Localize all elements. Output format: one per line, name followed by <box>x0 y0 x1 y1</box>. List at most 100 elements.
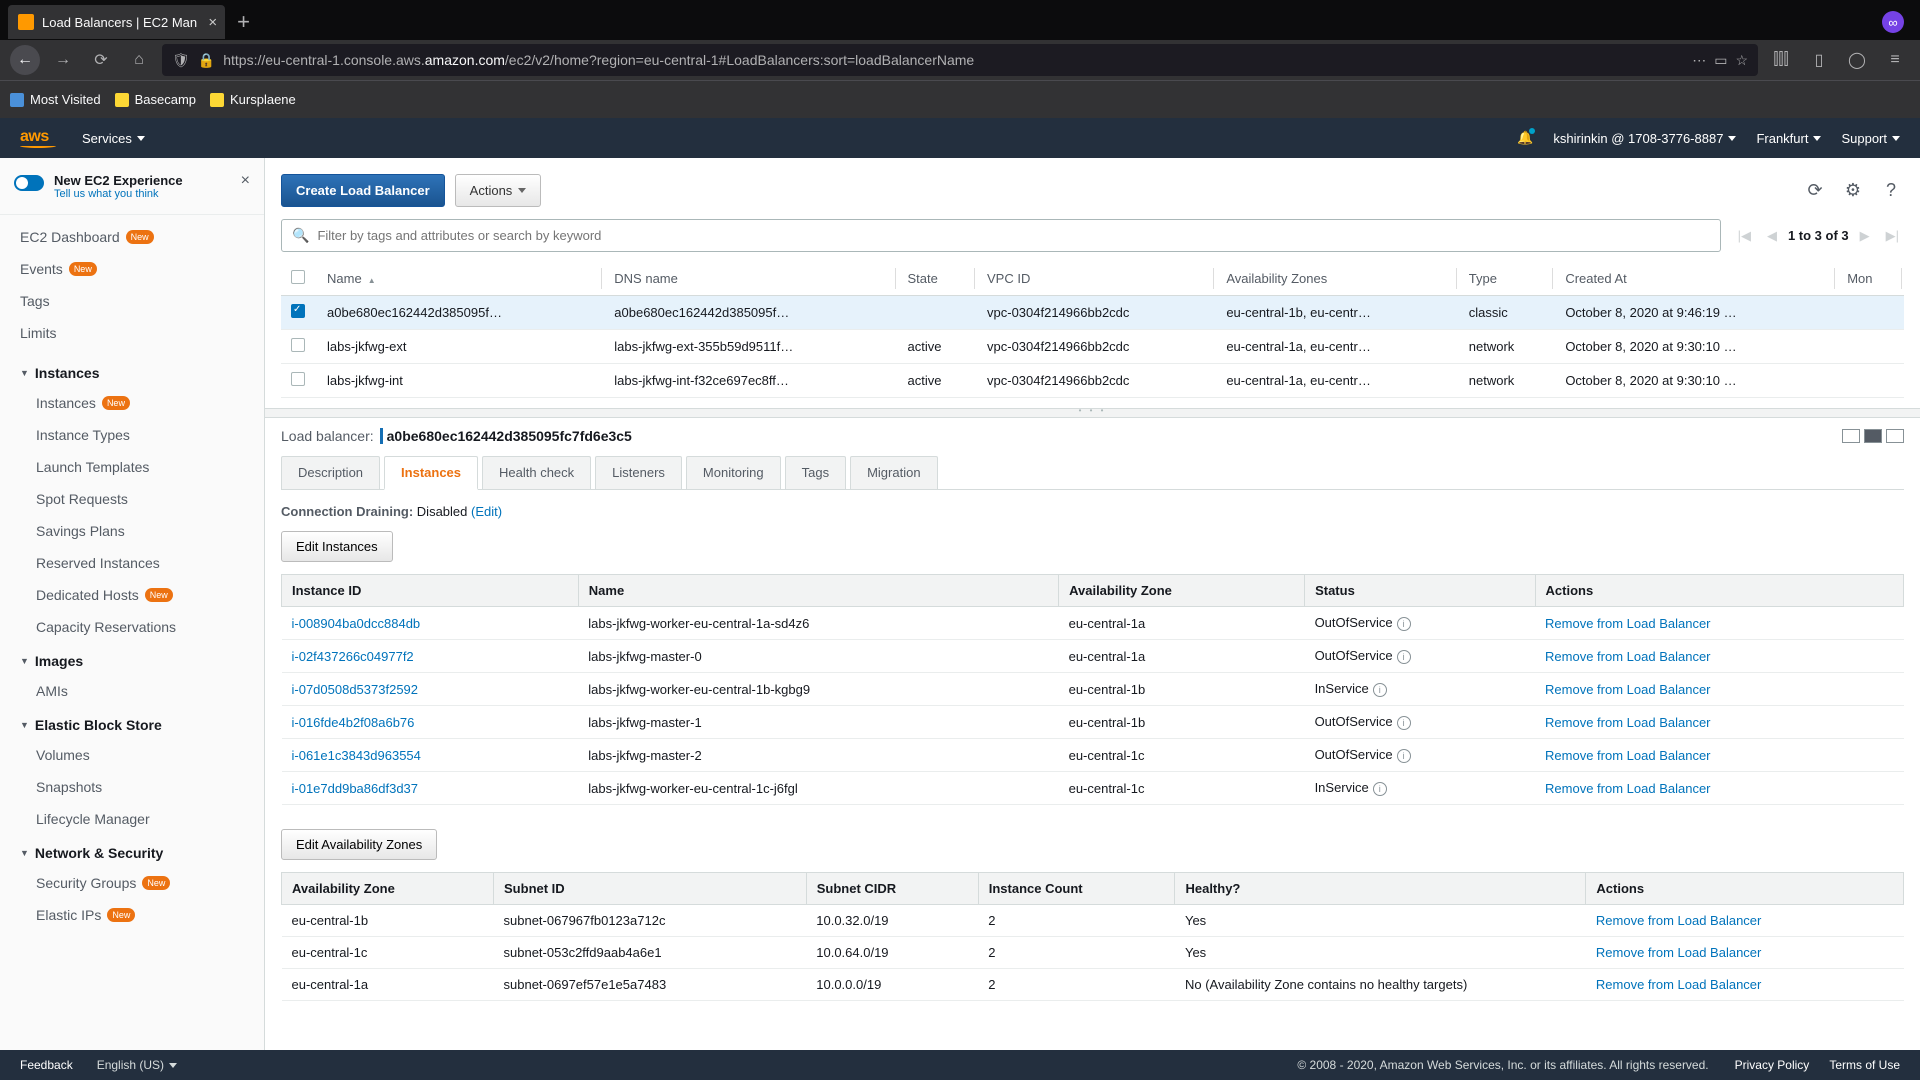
remove-instance-link[interactable]: Remove from Load Balancer <box>1545 616 1710 631</box>
select-all-checkbox[interactable] <box>291 270 305 284</box>
view-toggle-3[interactable] <box>1886 429 1904 443</box>
row-checkbox[interactable] <box>291 338 305 352</box>
refresh-icon[interactable]: ⟳ <box>1802 178 1828 204</box>
support-menu[interactable]: Support <box>1841 131 1900 146</box>
url-actions-icon[interactable]: ⋯ <box>1692 52 1706 69</box>
lb-column-header[interactable]: State <box>898 262 978 296</box>
info-icon[interactable]: i <box>1397 650 1411 664</box>
sidebar-group-instances[interactable]: Instances <box>0 355 264 387</box>
remove-instance-link[interactable]: Remove from Load Balancer <box>1545 781 1710 796</box>
actions-button[interactable]: Actions <box>455 174 542 207</box>
tab-migration[interactable]: Migration <box>850 456 937 489</box>
lb-filter-input[interactable] <box>317 228 1709 243</box>
row-checkbox[interactable] <box>291 372 305 386</box>
info-icon[interactable]: i <box>1397 749 1411 763</box>
info-icon[interactable]: i <box>1373 782 1387 796</box>
lb-column-header[interactable]: Name <box>317 262 604 296</box>
sidebar-item-ec2-dashboard[interactable]: EC2 DashboardNew <box>0 221 264 253</box>
tab-health check[interactable]: Health check <box>482 456 591 489</box>
sidebar-group-images[interactable]: Images <box>0 643 264 675</box>
bookmark-star-icon[interactable]: ☆ <box>1735 52 1748 69</box>
instance-id-link[interactable]: i-061e1c3843d963554 <box>292 748 421 763</box>
view-toggle-2[interactable] <box>1864 429 1882 443</box>
pager-prev-icon[interactable]: ◀ <box>1762 225 1782 247</box>
lb-column-header[interactable]: Mon <box>1837 262 1904 296</box>
url-bar[interactable]: 🛡 🔒 https://eu-central-1.console.aws.ama… <box>162 44 1758 76</box>
remove-az-link[interactable]: Remove from Load Balancer <box>1596 945 1761 960</box>
sidebar-item-spot-requests[interactable]: Spot Requests <box>0 483 264 515</box>
bookmark-kursplaene[interactable]: Kursplaene <box>210 92 296 107</box>
remove-instance-link[interactable]: Remove from Load Balancer <box>1545 649 1710 664</box>
instance-id-link[interactable]: i-008904ba0dcc884db <box>292 616 421 631</box>
sidebar-item-events[interactable]: EventsNew <box>0 253 264 285</box>
browser-tab[interactable]: Load Balancers | EC2 Man × <box>8 5 225 39</box>
tab-description[interactable]: Description <box>281 456 380 489</box>
tab-close-icon[interactable]: × <box>208 14 217 31</box>
sidebar-item-dedicated-hosts[interactable]: Dedicated HostsNew <box>0 579 264 611</box>
sidebar-item-instance-types[interactable]: Instance Types <box>0 419 264 451</box>
sidebar-icon[interactable]: ▯ <box>1804 45 1834 75</box>
reload-button[interactable]: ⟳ <box>86 45 116 75</box>
lb-column-header[interactable]: VPC ID <box>977 262 1216 296</box>
remove-az-link[interactable]: Remove from Load Balancer <box>1596 913 1761 928</box>
sidebar-item-volumes[interactable]: Volumes <box>0 739 264 771</box>
home-button[interactable]: ⌂ <box>124 45 154 75</box>
lb-column-header[interactable]: Created At <box>1555 262 1837 296</box>
forward-button[interactable]: → <box>48 45 78 75</box>
remove-az-link[interactable]: Remove from Load Balancer <box>1596 977 1761 992</box>
aws-logo[interactable]: aws <box>20 128 56 148</box>
sidebar-item-security-groups[interactable]: Security GroupsNew <box>0 867 264 899</box>
lb-column-header[interactable]: Availability Zones <box>1216 262 1458 296</box>
info-icon[interactable]: i <box>1373 683 1387 697</box>
sidebar-item-amis[interactable]: AMIs <box>0 675 264 707</box>
info-icon[interactable]: i <box>1397 617 1411 631</box>
banner-feedback-link[interactable]: Tell us what you think <box>54 188 183 200</box>
instance-id-link[interactable]: i-07d0508d5373f2592 <box>292 682 419 697</box>
pager-last-icon[interactable]: ▶| <box>1881 225 1904 247</box>
instance-id-link[interactable]: i-01e7dd9ba86df3d37 <box>292 781 419 796</box>
create-load-balancer-button[interactable]: Create Load Balancer <box>281 174 445 207</box>
settings-gear-icon[interactable]: ⚙ <box>1840 178 1866 204</box>
sidebar-item-reserved-instances[interactable]: Reserved Instances <box>0 547 264 579</box>
new-tab-button[interactable]: + <box>237 9 250 35</box>
remove-instance-link[interactable]: Remove from Load Balancer <box>1545 748 1710 763</box>
bookmark-basecamp[interactable]: Basecamp <box>115 92 196 107</box>
terms-of-use-link[interactable]: Terms of Use <box>1829 1058 1900 1072</box>
lb-row[interactable]: labs-jkfwg-int labs-jkfwg-int-f32ce697ec… <box>281 364 1904 398</box>
menu-icon[interactable]: ≡ <box>1880 45 1910 75</box>
new-experience-toggle[interactable] <box>14 175 44 191</box>
edit-connection-draining-link[interactable]: (Edit) <box>471 504 502 519</box>
sidebar-item-launch-templates[interactable]: Launch Templates <box>0 451 264 483</box>
lb-column-header[interactable]: Type <box>1459 262 1556 296</box>
instance-id-link[interactable]: i-02f437266c04977f2 <box>292 649 414 664</box>
tab-listeners[interactable]: Listeners <box>595 456 682 489</box>
notifications-bell[interactable]: 🔔 <box>1517 130 1533 146</box>
sidebar-item-elastic-ips[interactable]: Elastic IPsNew <box>0 899 264 931</box>
account-menu[interactable]: kshirinkin @ 1708-3776-8887 <box>1553 131 1736 146</box>
tab-instances[interactable]: Instances <box>384 456 478 490</box>
lb-row[interactable]: a0be680ec162442d385095f… a0be680ec162442… <box>281 296 1904 330</box>
bookmark-most-visited[interactable]: Most Visited <box>10 92 101 107</box>
pager-first-icon[interactable]: |◀ <box>1733 225 1756 247</box>
row-checkbox[interactable] <box>291 304 305 318</box>
sidebar-item-tags[interactable]: Tags <box>0 285 264 317</box>
pocket-icon[interactable]: ▭ <box>1714 52 1727 69</box>
remove-instance-link[interactable]: Remove from Load Balancer <box>1545 682 1710 697</box>
tab-tags[interactable]: Tags <box>785 456 846 489</box>
edit-az-button[interactable]: Edit Availability Zones <box>281 829 437 860</box>
language-selector[interactable]: English (US) <box>97 1058 177 1072</box>
edit-instances-button[interactable]: Edit Instances <box>281 531 393 562</box>
banner-close-icon[interactable]: × <box>241 172 250 190</box>
tab-monitoring[interactable]: Monitoring <box>686 456 781 489</box>
region-menu[interactable]: Frankfurt <box>1756 131 1821 146</box>
firefox-profile-icon[interactable]: ∞ <box>1882 11 1904 33</box>
account-icon[interactable]: ◯ <box>1842 45 1872 75</box>
sidebar-item-lifecycle-manager[interactable]: Lifecycle Manager <box>0 803 264 835</box>
instance-id-link[interactable]: i-016fde4b2f08a6b76 <box>292 715 415 730</box>
sidebar-group-network-security[interactable]: Network & Security <box>0 835 264 867</box>
panel-splitter[interactable] <box>265 408 1920 418</box>
library-icon[interactable]: ⫿⫿⫿ <box>1766 45 1796 75</box>
lb-column-header[interactable]: DNS name <box>604 262 897 296</box>
help-icon[interactable]: ? <box>1878 178 1904 204</box>
info-icon[interactable]: i <box>1397 716 1411 730</box>
